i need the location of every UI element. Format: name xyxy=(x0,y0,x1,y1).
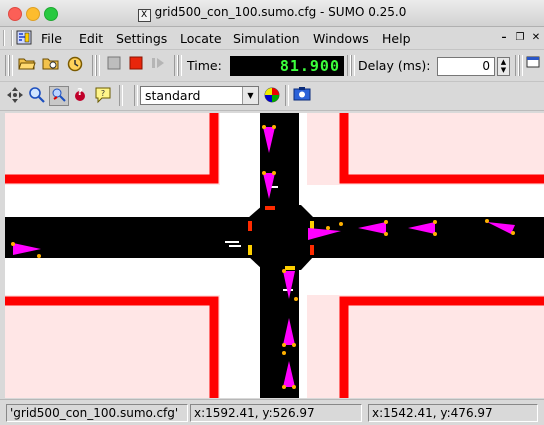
step-icon[interactable] xyxy=(148,55,168,75)
spinner-down-icon[interactable]: ▼ xyxy=(498,66,509,74)
x11-icon: X xyxy=(137,9,151,22)
toolbar-separator xyxy=(134,85,138,106)
lane-marking xyxy=(225,241,239,243)
new-view-icon[interactable] xyxy=(524,55,542,75)
window-title: grid500_con_100.sumo.cfg - SUMO 0.25.0 xyxy=(154,5,407,19)
menu-file[interactable]: File xyxy=(41,31,62,46)
open-network-icon[interactable] xyxy=(41,55,61,75)
junction xyxy=(248,205,314,270)
tooltip-toggle-icon[interactable]: ? xyxy=(93,86,113,106)
color-wheel-icon[interactable] xyxy=(262,86,282,106)
traffic-light xyxy=(310,245,314,255)
status-cursor-coords: x:1592.41, y:526.97 xyxy=(190,404,362,422)
run-icon[interactable] xyxy=(104,55,124,75)
toolbar-separator xyxy=(351,55,355,76)
simulation-view[interactable] xyxy=(5,113,544,398)
menubar-grip[interactable] xyxy=(3,30,13,46)
city-block xyxy=(5,113,220,185)
traffic-light xyxy=(248,245,252,255)
toolbar-separator xyxy=(285,85,289,106)
window-title-wrap: Xgrid500_con_100.sumo.cfg - SUMO 0.25.0 xyxy=(0,5,544,22)
traffic-light xyxy=(265,206,275,210)
status-geo-coords: x:1542.41, y:476.97 xyxy=(368,404,538,422)
time-label: Time: xyxy=(187,58,222,73)
status-config: 'grid500_con_100.sumo.cfg' xyxy=(6,404,188,422)
delay-label: Delay (ms): xyxy=(358,58,431,73)
color-scheme-select[interactable]: standard ▼ xyxy=(140,86,259,105)
mdi-close-icon[interactable]: ✕ xyxy=(529,31,543,44)
menu-locate[interactable]: Locate xyxy=(180,31,222,46)
title-bar: Xgrid500_con_100.sumo.cfg - SUMO 0.25.0 xyxy=(0,0,544,27)
vehicle-light xyxy=(326,226,330,230)
status-bar: 'grid500_con_100.sumo.cfg' x:1592.41, y:… xyxy=(0,399,544,425)
menu-edit[interactable]: Edit xyxy=(79,31,103,46)
network-canvas[interactable] xyxy=(5,113,544,398)
simulation-time-display: 81.900 xyxy=(230,56,344,76)
menu-windows[interactable]: Windows xyxy=(313,31,369,46)
chevron-down-icon[interactable]: ▼ xyxy=(242,87,258,104)
screenshot-icon[interactable] xyxy=(292,86,312,106)
toolbar-separator xyxy=(519,55,523,76)
menu-settings[interactable]: Settings xyxy=(116,31,167,46)
traffic-light xyxy=(285,266,295,270)
menu-help[interactable]: Help xyxy=(382,31,411,46)
toolbar-separator xyxy=(119,85,123,106)
menu-simulation[interactable]: Simulation xyxy=(233,31,300,46)
view-toolbar: ? ? xyxy=(0,82,544,111)
toolbar-separator xyxy=(9,55,13,76)
vehicle-light xyxy=(282,351,286,355)
mdi-minimize-icon[interactable]: – xyxy=(497,31,511,44)
delay-spinner[interactable]: ▲ ▼ xyxy=(497,57,510,76)
recenter-view-icon[interactable] xyxy=(5,86,25,106)
zoom-icon[interactable] xyxy=(27,86,47,106)
locate-vehicle-icon[interactable]: ? xyxy=(71,86,91,106)
lane-marking xyxy=(229,245,241,247)
svg-text:?: ? xyxy=(77,87,83,98)
spinner-up-icon[interactable]: ▲ xyxy=(498,58,509,66)
svg-text:?: ? xyxy=(101,89,105,98)
toolbar-separator xyxy=(178,55,182,76)
reload-icon[interactable] xyxy=(65,55,85,75)
menu-bar: File Edit Settings Locate Simulation Win… xyxy=(0,27,544,50)
color-scheme-value: standard xyxy=(145,88,201,103)
stop-icon[interactable] xyxy=(126,55,146,75)
mdi-restore-icon[interactable]: ❐ xyxy=(513,31,527,44)
delay-input[interactable]: 0 xyxy=(437,57,495,76)
sumo-app-icon xyxy=(16,30,32,45)
toolbar-separator xyxy=(96,55,100,76)
city-block xyxy=(5,295,220,398)
open-folder-icon[interactable] xyxy=(17,55,37,75)
locate-junction-icon[interactable] xyxy=(49,86,69,106)
traffic-light xyxy=(248,221,252,231)
